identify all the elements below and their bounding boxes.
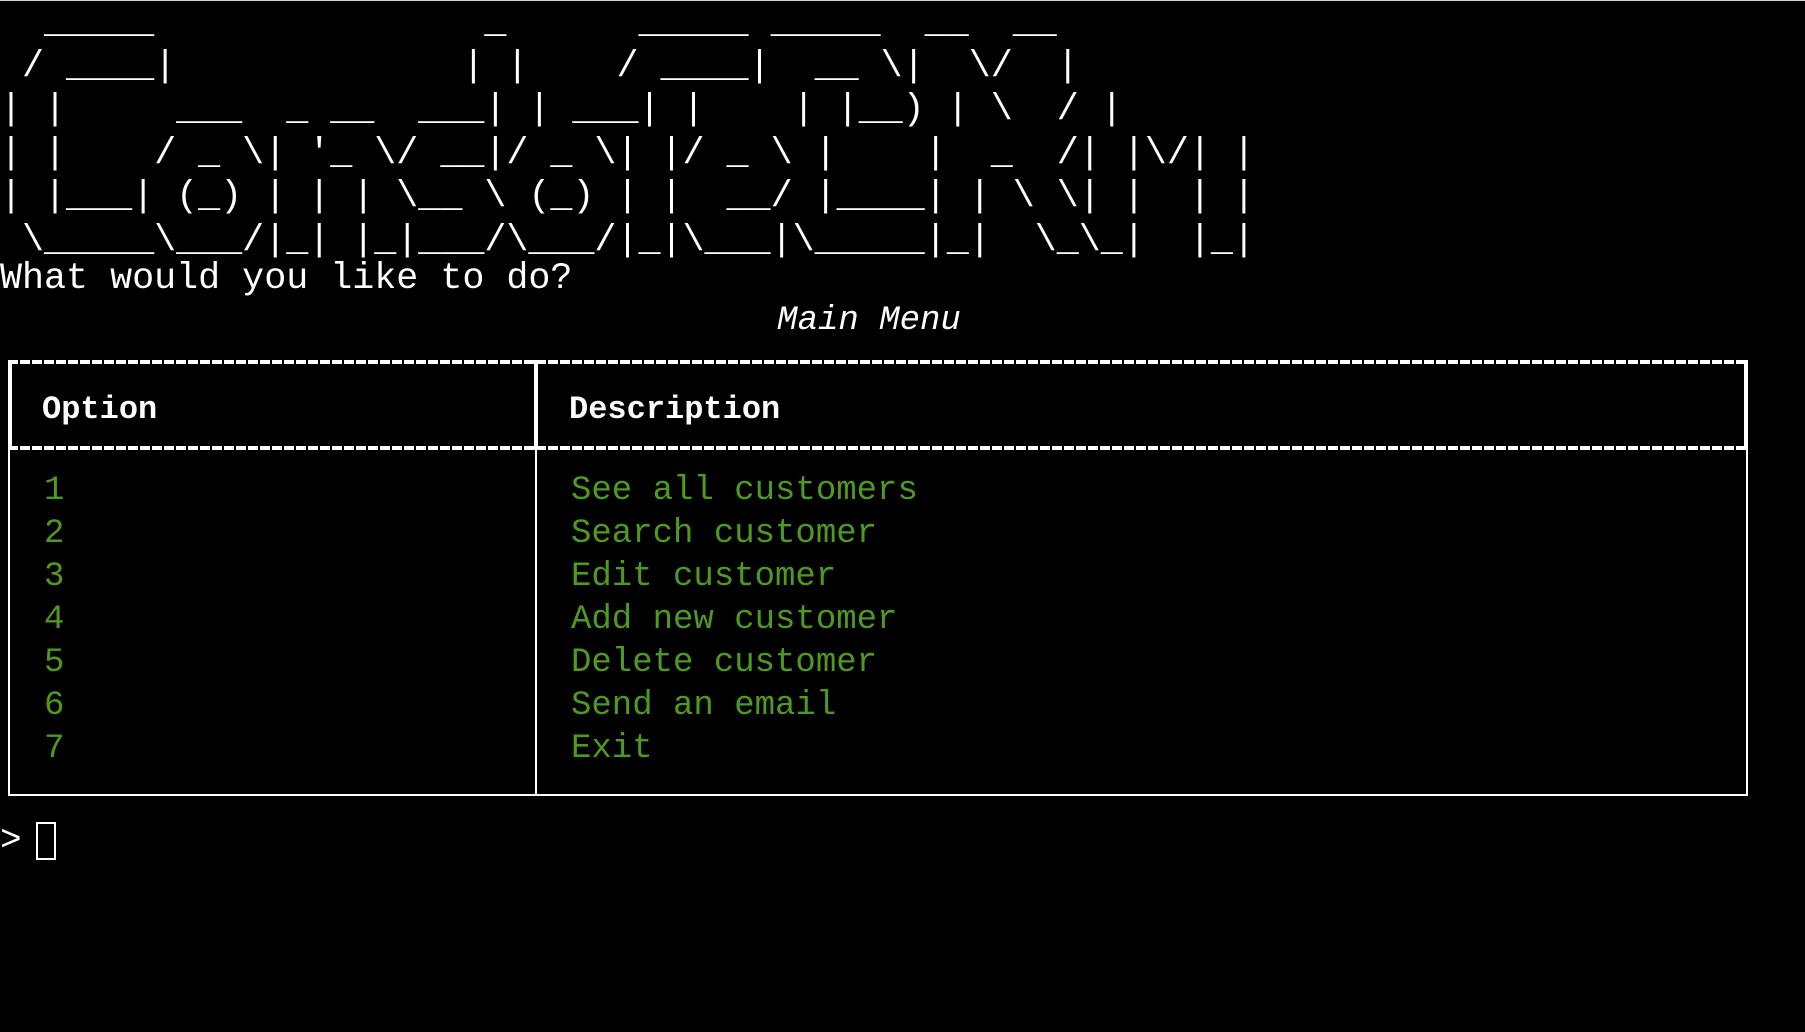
option-description: Exit <box>571 730 653 768</box>
option-number: 1 <box>44 472 65 510</box>
table-row: 1 See all customers <box>8 470 1748 513</box>
option-number: 3 <box>44 558 65 596</box>
option-number: 5 <box>44 644 65 682</box>
option-description: Search customer <box>571 515 878 553</box>
option-description: See all customers <box>571 472 918 510</box>
table-row: 3 Edit customer <box>8 556 1748 599</box>
table-row: 6 Send an email <box>8 685 1748 728</box>
option-description: Delete customer <box>571 644 878 682</box>
option-description: Edit customer <box>571 558 837 596</box>
header-right-border <box>1744 360 1748 450</box>
header-left-border <box>8 360 12 450</box>
console-crm-ascii-logo: _____ _ _____ _____ __ __ / ____| | | / … <box>0 2 1255 263</box>
menu-rows: 1 See all customers 2 Search customer 3 … <box>8 470 1748 771</box>
option-description: Send an email <box>571 687 837 725</box>
main-menu-table: Option Description 1 See all customers 2… <box>8 360 1748 796</box>
table-row: 4 Add new customer <box>8 599 1748 642</box>
option-number: 2 <box>44 515 65 553</box>
banner-line-5: | |___| (_) | | | \__ \ (_) | | __/ |___… <box>0 176 1255 218</box>
banner-line-1: _____ _ _____ _____ __ __ <box>0 2 1057 44</box>
table-bottom-border <box>8 794 1748 796</box>
prompt-caret: > <box>0 820 22 861</box>
option-number: 6 <box>44 687 65 725</box>
table-row: 2 Search customer <box>8 513 1748 556</box>
table-row: 7 Exit <box>8 728 1748 771</box>
column-header-description: Description <box>569 391 781 428</box>
option-description: Add new customer <box>571 601 898 639</box>
header-divider <box>534 360 538 450</box>
banner-line-2: / ____| | | / ____| __ \| \/ | <box>0 45 1079 88</box>
header-bottom-border <box>8 446 1748 450</box>
menu-title: Main Menu <box>777 302 961 340</box>
command-input-line[interactable]: > <box>0 818 56 864</box>
column-header-option: Option <box>42 391 158 428</box>
option-number: 7 <box>44 730 65 768</box>
window-top-border <box>0 0 1805 1</box>
banner-line-4: | | / _ \| '_ \/ __|/ _ \| |/ _ \ | | _ … <box>0 132 1255 175</box>
option-number: 4 <box>44 601 65 639</box>
table-row: 5 Delete customer <box>8 642 1748 685</box>
banner-line-6: \_____\___/|_| |_|___/\___/|_|\___|\____… <box>0 219 1255 262</box>
prompt-question: What would you like to do? <box>0 258 573 300</box>
banner-line-3: | | ___ _ __ ___| | ___| | | |__) | \ / … <box>0 89 1123 131</box>
header-top-border <box>8 360 1748 364</box>
text-cursor[interactable] <box>35 822 56 860</box>
